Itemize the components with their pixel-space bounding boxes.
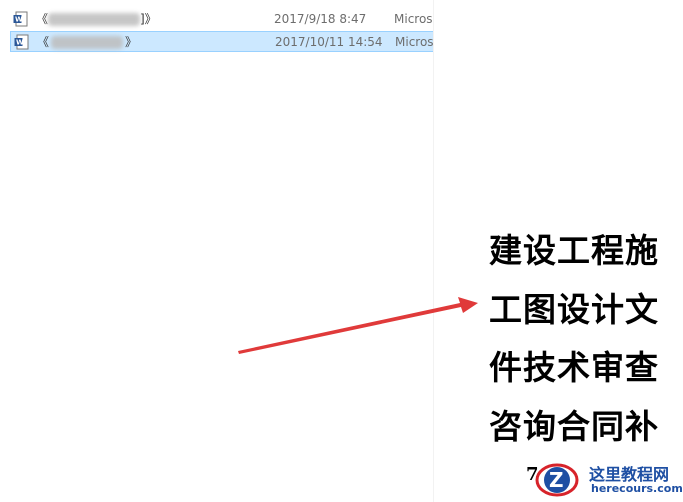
file-date: 2017/10/11 14:54 — [275, 35, 383, 49]
file-explorer-pane: W 《 ]》 2017/9/18 8:47 Micros W 《 》 2017/… — [0, 0, 434, 502]
site-watermark: Z 这里教程网 herecours.com — [535, 455, 683, 502]
watermark-site-url: herecours.com — [591, 482, 683, 495]
annotation-caption: 建设工程施 工图设计文 件技术审查 咨询合同补 — [489, 222, 683, 456]
file-row[interactable]: W 《 ]》 2017/9/18 8:47 Micros — [10, 9, 434, 30]
word-document-icon: W — [14, 34, 29, 50]
redacted-file-name — [51, 36, 123, 49]
file-type: Micros — [394, 12, 433, 26]
caption-line: 建设工程施 — [489, 231, 659, 270]
file-row-selected[interactable]: W 《 》 2017/10/11 14:54 Micros — [10, 31, 434, 52]
file-name-prefix: 《 — [36, 12, 49, 26]
word-document-icon: W — [13, 11, 28, 27]
svg-text:Z: Z — [549, 468, 564, 492]
file-name-prefix: 《 — [37, 35, 50, 49]
svg-text:W: W — [16, 39, 24, 47]
file-date: 2017/9/18 8:47 — [274, 12, 367, 26]
caption-line: 咨询合同补 — [489, 406, 659, 446]
caption-line: 工图设计文 — [489, 289, 659, 329]
file-name-suffix: 》 — [125, 35, 138, 49]
caption-line: 件技术审查 — [489, 348, 659, 387]
redacted-file-name — [48, 13, 140, 26]
file-name-suffix: ]》 — [140, 12, 157, 26]
file-type: Micros — [395, 35, 434, 49]
svg-text:W: W — [15, 16, 23, 24]
pane-divider — [433, 0, 434, 502]
z-logo-icon: Z — [535, 463, 579, 497]
